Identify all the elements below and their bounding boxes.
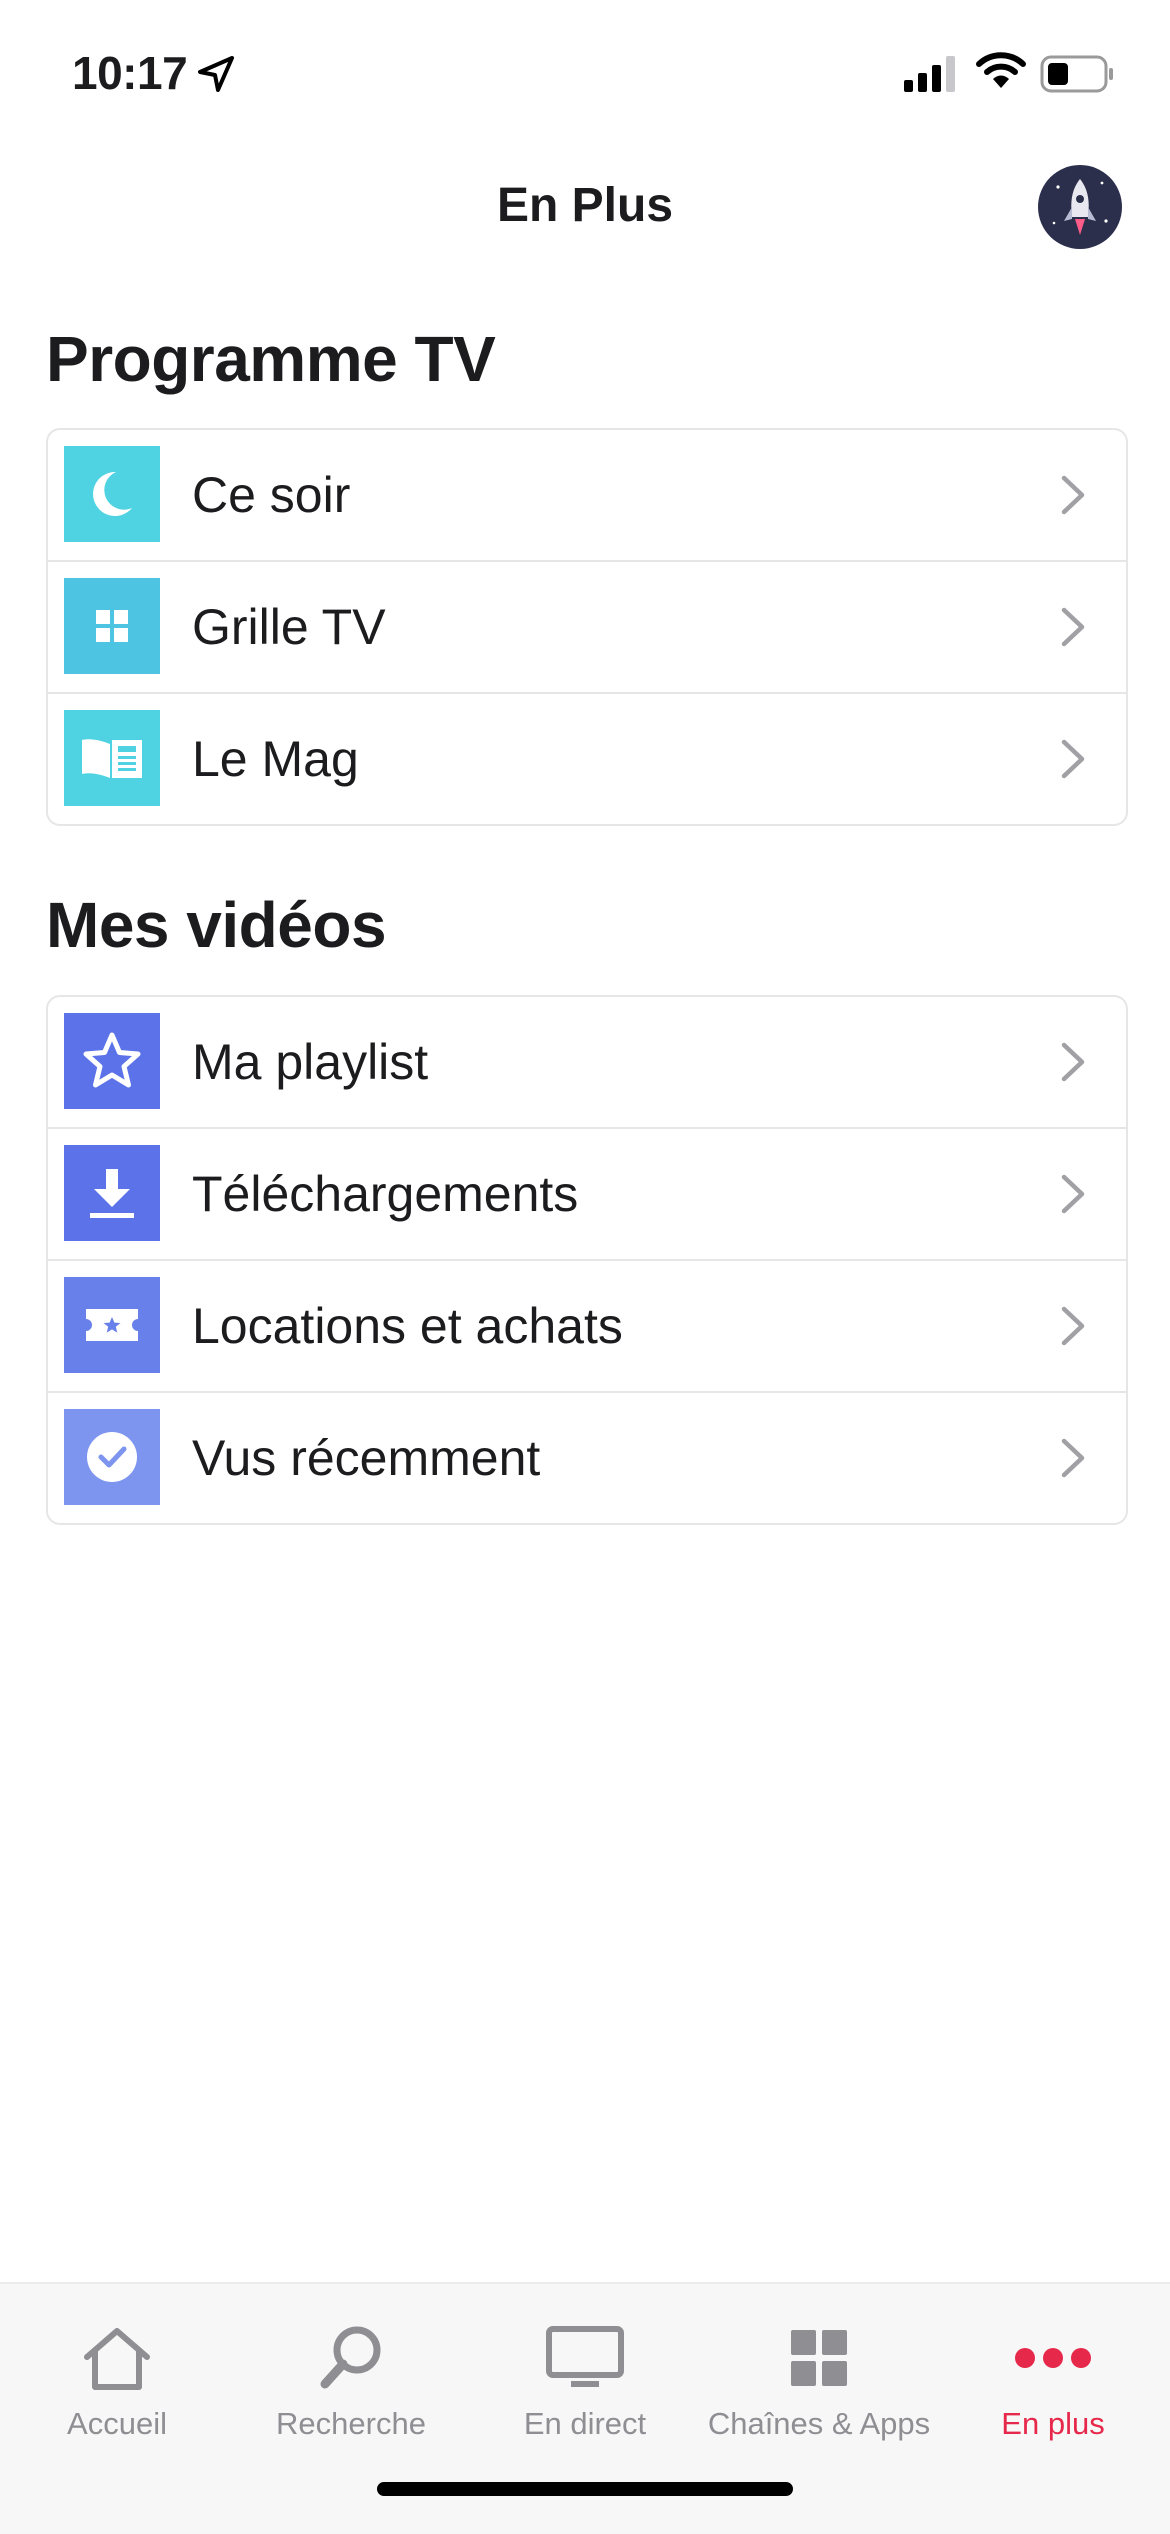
tab-en-plus[interactable]: En plus [936,2300,1170,2460]
tab-recherche[interactable]: Recherche [234,2300,468,2460]
list-item-label: Téléchargements [192,1166,579,1222]
chevron-right-icon [1061,739,1085,779]
grid-icon [64,578,160,674]
tab-label: Chaînes & Apps [707,2406,931,2441]
ticket-icon [64,1277,160,1373]
wifi-icon [976,52,1026,88]
mes-videos-list: Ma playlist Téléchargements Locations et… [46,995,1128,1525]
chevron-right-icon [1061,1438,1085,1478]
section-title-programme-tv: Programme TV [46,323,496,395]
search-icon [320,2326,381,2389]
list-item-grille-tv[interactable]: Grille TV [48,562,1126,694]
chevron-right-icon [1061,1042,1085,1082]
chevron-right-icon [1061,607,1085,647]
status-time: 10:17 [72,47,188,99]
tab-accueil[interactable]: Accueil [0,2300,234,2460]
list-item-label: Vus récemment [192,1430,541,1486]
home-icon [84,2328,150,2390]
list-item-label: Locations et achats [192,1298,623,1354]
status-bar: 10:17 [0,0,1170,150]
star-icon [64,1013,160,1109]
list-item-vus-recemment[interactable]: Vus récemment [48,1393,1126,1523]
rocket-icon [1052,179,1108,235]
tab-label: En plus [1001,2406,1105,2441]
list-item-label: Grille TV [192,599,386,655]
chevron-right-icon [1061,1306,1085,1346]
list-item-label: Ma playlist [192,1034,429,1090]
location-arrow-icon [198,56,234,92]
check-circle-icon [64,1409,160,1505]
apps-grid-icon [791,2330,847,2386]
section-title-mes-videos: Mes vidéos [46,889,387,961]
programme-tv-list: Ce soir Grille TV Le Mag [46,428,1128,826]
download-icon [64,1145,160,1241]
more-dots-icon [1015,2348,1091,2368]
tab-label: Recherche [276,2406,426,2441]
tab-label: En direct [523,2406,647,2441]
tab-en-direct[interactable]: En direct [468,2300,702,2460]
tab-label: Accueil [67,2406,167,2441]
moon-icon [64,446,160,542]
list-item-ce-soir[interactable]: Ce soir [48,430,1126,562]
list-item-le-mag[interactable]: Le Mag [48,694,1126,824]
list-item-telechargements[interactable]: Téléchargements [48,1129,1126,1261]
battery-icon [1040,55,1113,93]
cellular-signal-icon [904,56,955,92]
tv-icon [546,2326,624,2387]
tab-chaines-apps[interactable]: Chaînes & Apps [702,2300,936,2460]
avatar[interactable] [1038,165,1122,249]
home-indicator [377,2482,793,2496]
magazine-icon [64,710,160,806]
list-item-label: Ce soir [192,467,351,523]
list-item-ma-playlist[interactable]: Ma playlist [48,997,1126,1129]
chevron-right-icon [1061,475,1085,515]
list-item-locations-et-achats[interactable]: Locations et achats [48,1261,1126,1393]
tab-bar: Accueil Recherche En direct Chaînes & Ap… [0,2282,1170,2534]
chevron-right-icon [1061,1174,1085,1214]
list-item-label: Le Mag [192,731,359,787]
page-title: En Plus [496,179,674,232]
